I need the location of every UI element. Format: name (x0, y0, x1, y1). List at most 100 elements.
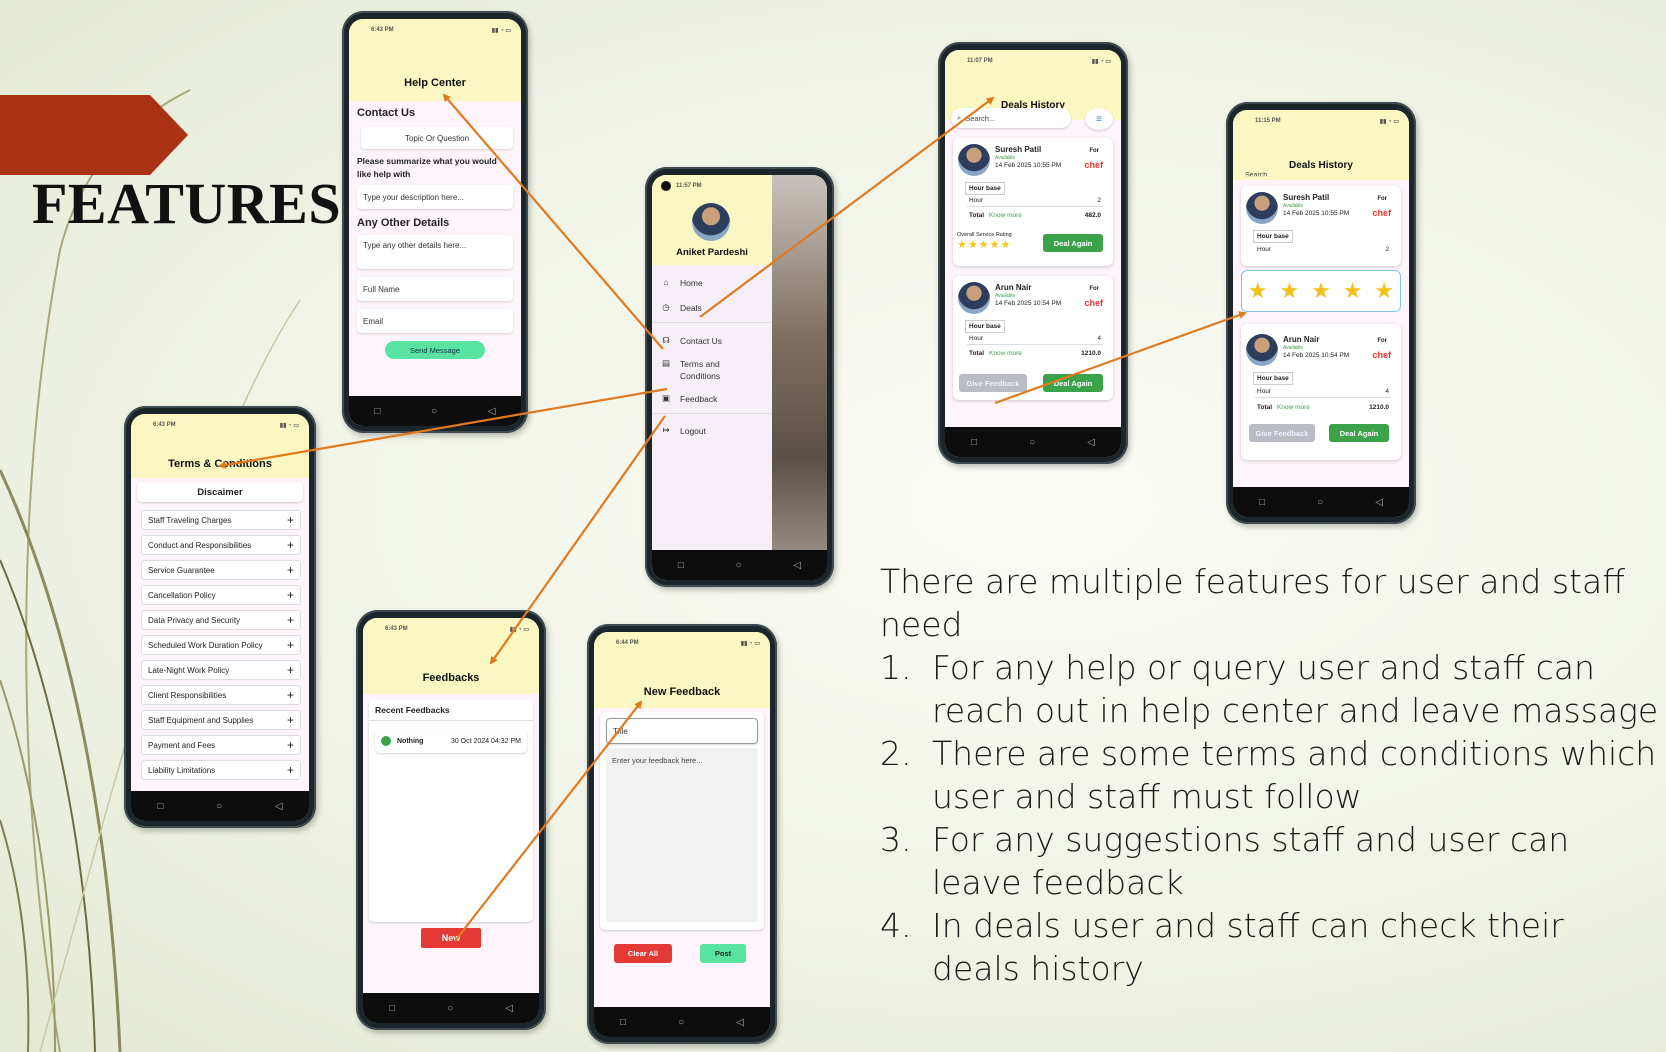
deal-card[interactable]: Suresh Patil Available 14 Feb 2025 10:55… (953, 138, 1113, 266)
feedback-item[interactable]: Nothing 30 Oct 2024 04:32 PM (375, 729, 527, 753)
feature-point-text: For any suggestions staff and user can l… (932, 820, 1570, 902)
android-navbar: □ ○ ◁ (1233, 487, 1409, 517)
deal-card[interactable]: Suresh Patil Available 14 Feb 2025 10:55… (1241, 186, 1401, 266)
home-nav-icon[interactable]: ○ (431, 406, 437, 417)
terms-item-label: Cancellation Policy (148, 590, 216, 600)
terms-item[interactable]: Late-Night Work Policy + (141, 660, 301, 680)
post-button[interactable]: Post (700, 944, 746, 963)
staff-name: Suresh Patil (1283, 193, 1330, 202)
deal-again-button[interactable]: Deal Again (1329, 424, 1389, 442)
intro-text: There are multiple features for user and… (880, 562, 1625, 644)
emoji-star-icon[interactable]: ★ (1280, 278, 1300, 304)
terms-item[interactable]: Data Privacy and Security + (141, 610, 301, 630)
home-nav-icon[interactable]: ○ (736, 560, 742, 571)
plus-icon[interactable]: + (287, 688, 294, 702)
topic-button[interactable]: Topic Or Question (361, 127, 513, 149)
give-feedback-button[interactable]: Give Feedback (959, 374, 1027, 392)
plus-icon[interactable]: + (287, 663, 294, 677)
emoji-star-icon[interactable]: ★ (1311, 278, 1331, 304)
hour-value: 2 (1385, 246, 1389, 253)
recents-icon[interactable]: □ (971, 437, 977, 448)
back-icon[interactable]: ◁ (793, 560, 801, 571)
email-input[interactable]: Email (357, 309, 513, 333)
plus-icon[interactable]: + (287, 613, 294, 627)
drawer-item-contact-us[interactable]: ☊ Contact Us (660, 335, 764, 347)
home-nav-icon[interactable]: ○ (1317, 497, 1323, 508)
home-nav-icon[interactable]: ○ (1029, 437, 1035, 448)
back-icon[interactable]: ◁ (736, 1017, 744, 1028)
other-details-input[interactable]: Type any other details here... (357, 235, 513, 269)
deal-card[interactable]: Arun Nair Available 14 Feb 2025 10:54 PM… (1241, 324, 1401, 460)
plus-icon[interactable]: + (287, 713, 294, 727)
terms-item[interactable]: Staff Equipment and Supplies + (141, 710, 301, 730)
feedback-title-input[interactable]: Title (606, 718, 758, 744)
drawer-item-label: Deals (680, 303, 702, 313)
back-icon[interactable]: ◁ (275, 801, 283, 812)
drawer-item-label: Feedback (680, 394, 718, 404)
recents-icon[interactable]: □ (620, 1017, 626, 1028)
recent-feedbacks-panel: Recent Feedbacks Nothing 30 Oct 2024 04:… (369, 700, 533, 922)
drawer-item-home[interactable]: ⌂ Home (660, 277, 764, 289)
deal-again-button[interactable]: Deal Again (1043, 374, 1103, 392)
home-nav-icon[interactable]: ○ (678, 1017, 684, 1028)
full-name-input[interactable]: Full Name (357, 277, 513, 301)
back-icon[interactable]: ◁ (1375, 497, 1383, 508)
recents-icon[interactable]: □ (389, 1003, 395, 1014)
search-input[interactable]: ⌕ Search... (951, 108, 1071, 128)
feedback-body-input[interactable]: Enter your feedback here... (606, 748, 758, 922)
terms-item[interactable]: Liability Limitations + (141, 760, 301, 780)
terms-item[interactable]: Client Responsibilities + (141, 685, 301, 705)
plus-icon[interactable]: + (287, 538, 294, 552)
new-feedback-form: Title Enter your feedback here... (600, 712, 764, 930)
new-feedback-button[interactable]: New (421, 928, 481, 948)
send-message-button[interactable]: Send Message (385, 341, 485, 359)
back-icon[interactable]: ◁ (488, 406, 496, 417)
drawer-item-terms-and-conditions[interactable]: ▤ Terms and Conditions (660, 358, 764, 382)
drawer-item-label: Contact Us (680, 336, 723, 346)
rating-popup: ★ ★ ★ ★ ★ (1241, 270, 1401, 312)
emoji-star-icon[interactable]: ★ (1343, 278, 1363, 304)
deal-card[interactable]: Arun Nair Available 14 Feb 2025 10:54 PM… (953, 276, 1113, 400)
deal-for-label: For (1089, 148, 1099, 154)
terms-item[interactable]: Service Guarantee + (141, 560, 301, 580)
know-more-link[interactable]: Know more (1277, 404, 1310, 411)
terms-item-label: Conduct and Responsibilities (148, 540, 252, 550)
terms-item[interactable]: Conduct and Responsibilities + (141, 535, 301, 555)
filter-icon[interactable]: ≡ (1085, 108, 1113, 130)
drawer-item-feedback[interactable]: ▣ Feedback (660, 393, 764, 405)
description-input[interactable]: Type your description here... (357, 185, 513, 209)
plus-icon[interactable]: + (287, 738, 294, 752)
terms-item[interactable]: Cancellation Policy + (141, 585, 301, 605)
recents-icon[interactable]: □ (678, 560, 684, 571)
total-value: 1210.0 (1081, 350, 1101, 357)
emoji-star-icon[interactable]: ★ (1374, 278, 1394, 304)
terms-item-label: Client Responsibilities (148, 690, 227, 700)
deal-role: chef (1372, 208, 1391, 218)
plus-icon[interactable]: + (287, 563, 294, 577)
home-icon: ⌂ (663, 277, 669, 287)
deal-role: chef (1084, 160, 1103, 170)
plus-icon[interactable]: + (287, 638, 294, 652)
emoji-star-icon[interactable]: ★ (1248, 278, 1268, 304)
back-icon[interactable]: ◁ (1087, 437, 1095, 448)
recents-icon[interactable]: □ (157, 801, 163, 812)
terms-item[interactable]: Scheduled Work Duration Policy + (141, 635, 301, 655)
terms-item[interactable]: Staff Traveling Charges + (141, 510, 301, 530)
know-more-link[interactable]: Know more (989, 212, 1022, 219)
home-nav-icon[interactable]: ○ (216, 801, 222, 812)
know-more-link[interactable]: Know more (989, 350, 1022, 357)
deal-again-button[interactable]: Deal Again (1043, 234, 1103, 252)
plus-icon[interactable]: + (287, 513, 294, 527)
recents-icon[interactable]: □ (1259, 497, 1265, 508)
plus-icon[interactable]: + (287, 763, 294, 777)
give-feedback-button[interactable]: Give Feedback (1249, 424, 1315, 442)
back-icon[interactable]: ◁ (505, 1003, 513, 1014)
deal-for-label: For (1377, 338, 1387, 344)
home-nav-icon[interactable]: ○ (447, 1003, 453, 1014)
drawer-item-deals[interactable]: ◷ Deals (660, 302, 764, 314)
recents-icon[interactable]: □ (374, 406, 380, 417)
clear-all-button[interactable]: Clear All (614, 944, 672, 963)
terms-item[interactable]: Payment and Fees + (141, 735, 301, 755)
drawer-item-logout[interactable]: ↦ Logout (660, 425, 764, 437)
plus-icon[interactable]: + (287, 588, 294, 602)
